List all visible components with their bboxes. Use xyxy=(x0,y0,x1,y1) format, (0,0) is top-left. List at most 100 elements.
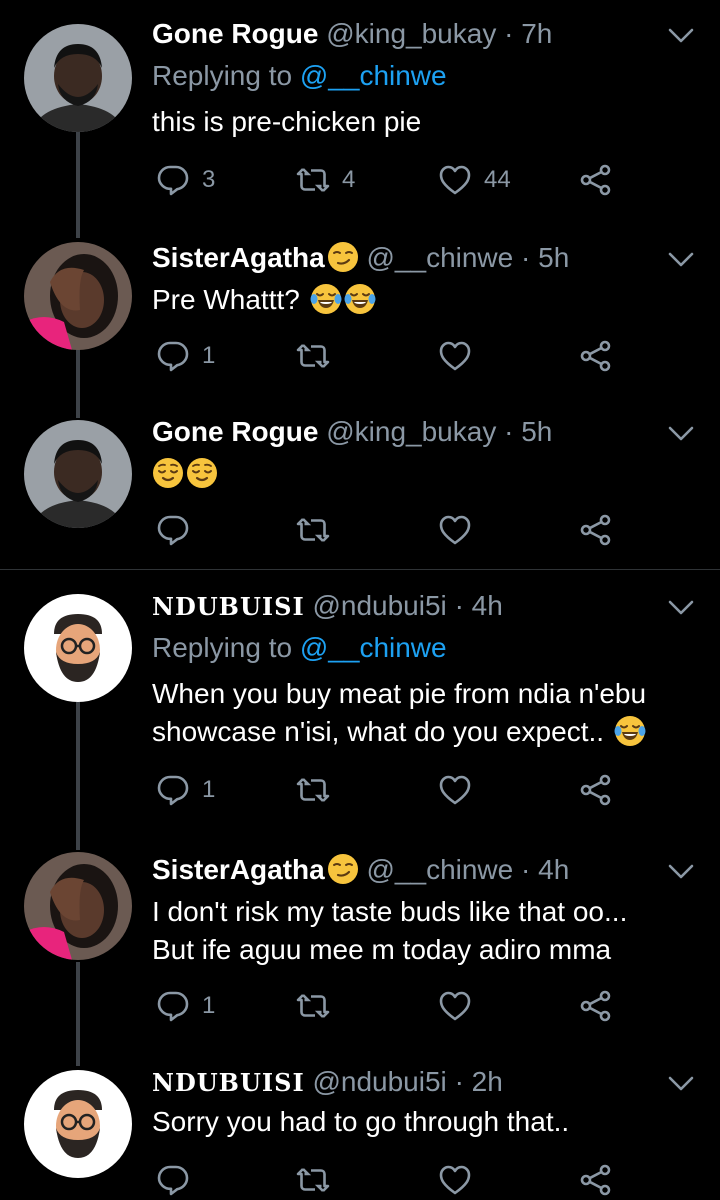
user-handle[interactable]: @king_bukay xyxy=(326,18,496,49)
share-button[interactable] xyxy=(578,986,612,1026)
like-button[interactable] xyxy=(438,770,472,810)
reply-button[interactable]: 3 xyxy=(156,160,215,200)
tweet[interactable]: SisterAgatha @__chinwe · 4h I don't risk… xyxy=(0,852,720,1042)
caret-down-icon[interactable] xyxy=(668,26,694,46)
smirk-emoji xyxy=(326,853,359,885)
reply-icon xyxy=(157,341,189,372)
replying-to: Replying to @__chinwe xyxy=(152,58,447,94)
reply-count: 1 xyxy=(202,992,216,1019)
reply-button[interactable]: 1 xyxy=(156,770,215,810)
user-handle[interactable]: @__chinwe xyxy=(367,854,514,885)
user-handle[interactable]: @__chinwe xyxy=(367,242,514,273)
tweet-text xyxy=(152,454,218,494)
reply-button[interactable]: 1 xyxy=(156,986,215,1026)
retweet-icon xyxy=(296,517,330,543)
timestamp[interactable]: 4h xyxy=(538,854,569,885)
like-icon xyxy=(439,775,471,805)
reply-count: 1 xyxy=(202,776,216,803)
user-handle[interactable]: @ndubui5i xyxy=(312,590,446,621)
conversation-divider xyxy=(0,569,720,570)
tweet-actions xyxy=(152,1160,632,1200)
tweet-text: Pre Whattt? xyxy=(152,280,376,320)
avatar[interactable] xyxy=(24,24,132,132)
tweet[interactable]: Gone Rogue @king_bukay · 7h Replying to … xyxy=(0,16,720,226)
mention-link[interactable]: @__chinwe xyxy=(300,632,447,663)
like-button[interactable] xyxy=(438,510,472,550)
like-icon xyxy=(439,991,471,1021)
avatar[interactable] xyxy=(24,1070,132,1178)
like-button[interactable] xyxy=(438,1160,472,1200)
tweet-actions: 1 xyxy=(152,336,632,376)
reply-button[interactable]: 1 xyxy=(156,336,215,376)
replying-to: Replying to @__chinwe xyxy=(152,630,447,666)
tweet-actions: 1 xyxy=(152,986,632,1026)
avatar[interactable] xyxy=(24,594,132,702)
avatar[interactable] xyxy=(24,242,132,350)
reply-button[interactable] xyxy=(156,1160,190,1200)
retweet-button[interactable] xyxy=(296,986,330,1026)
avatar[interactable] xyxy=(24,852,132,960)
retweet-count: 4 xyxy=(342,166,356,193)
share-button[interactable] xyxy=(578,770,612,810)
smirk-emoji xyxy=(326,241,359,273)
tweet-header: NDUBUISI @ndubui5i · 4h xyxy=(152,588,503,625)
relieved-emoji xyxy=(186,457,218,489)
tweet[interactable]: NDUBUISI @ndubui5i · 4h Replying to @__c… xyxy=(0,588,720,818)
tweet-text: this is pre-chicken pie xyxy=(152,106,422,137)
tweet-actions: 3 4 44 xyxy=(152,160,632,200)
retweet-button[interactable] xyxy=(296,770,330,810)
reply-button[interactable] xyxy=(156,510,190,550)
timestamp[interactable]: 5h xyxy=(521,416,552,447)
reply-count: 1 xyxy=(202,342,216,369)
timestamp[interactable]: 5h xyxy=(538,242,569,273)
share-button[interactable] xyxy=(578,510,612,550)
display-name[interactable]: Gone Rogue xyxy=(152,416,318,447)
tweet-header: NDUBUISI @ndubui5i · 2h xyxy=(152,1064,503,1101)
tears-of-joy-emoji xyxy=(613,715,646,747)
tweet-header: Gone Rogue @king_bukay · 7h xyxy=(152,16,552,52)
display-name[interactable]: Gone Rogue xyxy=(152,18,318,49)
retweet-button[interactable]: 4 xyxy=(296,160,355,200)
caret-down-icon[interactable] xyxy=(668,1074,694,1094)
like-button[interactable] xyxy=(438,336,472,376)
user-handle[interactable]: @ndubui5i xyxy=(312,1066,446,1097)
tweet-header: SisterAgatha @__chinwe · 4h xyxy=(152,852,569,888)
tweet-header: Gone Rogue @king_bukay · 5h xyxy=(152,414,552,450)
caret-down-icon[interactable] xyxy=(668,598,694,618)
tweet[interactable]: SisterAgatha @__chinwe · 5h Pre Whattt? … xyxy=(0,240,720,410)
retweet-icon xyxy=(296,343,330,369)
retweet-button[interactable] xyxy=(296,1160,330,1200)
timestamp[interactable]: 4h xyxy=(472,590,503,621)
user-handle[interactable]: @king_bukay xyxy=(326,416,496,447)
tweet-header: SisterAgatha @__chinwe · 5h xyxy=(152,240,569,276)
timestamp[interactable]: 2h xyxy=(472,1066,503,1097)
reply-icon xyxy=(157,991,189,1022)
caret-down-icon[interactable] xyxy=(668,424,694,444)
retweet-button[interactable] xyxy=(296,510,330,550)
tweet[interactable]: Gone Rogue @king_bukay · 5h xyxy=(0,414,720,564)
display-name[interactable]: NDUBUISI xyxy=(152,592,305,621)
tweet-text: Sorry you had to go through that.. xyxy=(152,1106,570,1137)
display-name[interactable]: SisterAgatha xyxy=(152,854,325,885)
tweet[interactable]: NDUBUISI @ndubui5i · 2h Sorry you had to… xyxy=(0,1064,720,1196)
share-button[interactable] xyxy=(578,160,612,200)
retweet-button[interactable] xyxy=(296,336,330,376)
mention-link[interactable]: @__chinwe xyxy=(300,60,447,91)
caret-down-icon[interactable] xyxy=(668,250,694,270)
reply-icon xyxy=(157,165,189,196)
display-name[interactable]: NDUBUISI xyxy=(152,1068,305,1097)
avatar[interactable] xyxy=(24,420,132,528)
reply-count: 3 xyxy=(202,166,216,193)
share-button[interactable] xyxy=(578,1160,612,1200)
share-icon xyxy=(580,514,611,546)
like-button[interactable] xyxy=(438,986,472,1026)
caret-down-icon[interactable] xyxy=(668,862,694,882)
share-icon xyxy=(580,990,611,1022)
timestamp[interactable]: 7h xyxy=(521,18,552,49)
share-button[interactable] xyxy=(578,336,612,376)
display-name[interactable]: SisterAgatha xyxy=(152,242,325,273)
like-button[interactable]: 44 xyxy=(438,160,511,200)
like-icon xyxy=(439,1165,471,1195)
tears-of-joy-emoji xyxy=(343,283,376,315)
share-icon xyxy=(580,774,611,806)
